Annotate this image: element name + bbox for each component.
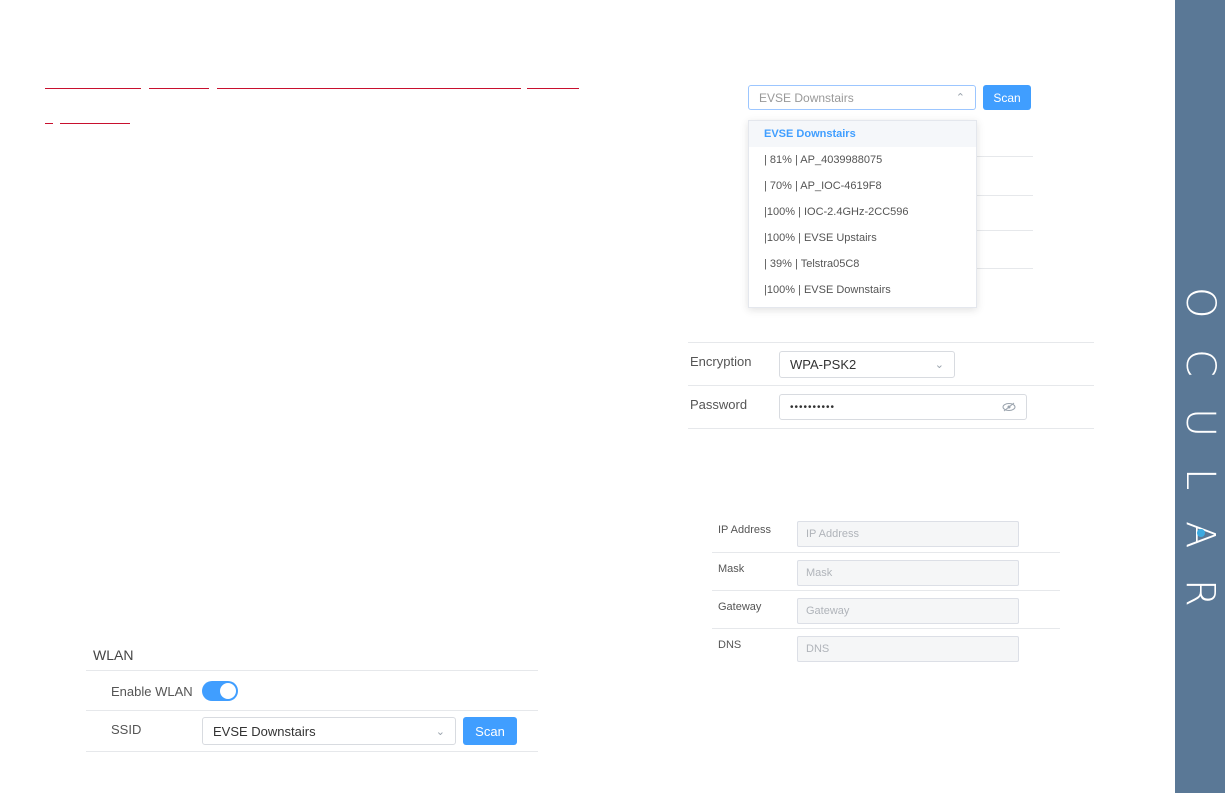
ssid-select-value-bottom: EVSE Downstairs bbox=[213, 723, 316, 739]
ip-address-label: IP Address bbox=[718, 524, 771, 536]
encryption-value: WPA-PSK2 bbox=[790, 357, 857, 372]
ssid-option[interactable]: EVSE Downstairs bbox=[749, 121, 976, 147]
brand-logo-dot bbox=[1197, 529, 1205, 537]
ssid-option[interactable]: | 81% | AP_4039988075 bbox=[749, 147, 976, 173]
chevron-down-icon: ⌄ bbox=[435, 725, 445, 738]
ssid-label: SSID bbox=[111, 722, 142, 737]
ssid-option[interactable]: | 70% | AP_IOC-4619F8 bbox=[749, 173, 976, 199]
eye-hidden-icon[interactable] bbox=[1002, 400, 1016, 415]
dns-label: DNS bbox=[718, 639, 742, 651]
ssid-option[interactable]: | 39% | Telstra05C8 bbox=[749, 251, 976, 277]
chevron-down-icon: ⌄ bbox=[934, 359, 944, 371]
wlan-section-title: WLAN bbox=[93, 647, 134, 663]
mask-input[interactable]: Mask bbox=[797, 560, 1019, 586]
password-value: •••••••••• bbox=[790, 401, 836, 413]
password-label: Password bbox=[690, 397, 748, 412]
toggle-knob bbox=[220, 683, 236, 699]
ssid-select-open[interactable]: EVSE Downstairs ⌃ bbox=[748, 85, 976, 110]
link-underline-5[interactable] bbox=[45, 110, 53, 124]
ssid-select[interactable]: EVSE Downstairs ⌄ bbox=[202, 717, 456, 745]
brand-letter: O bbox=[1177, 287, 1223, 319]
link-underline-3[interactable] bbox=[217, 75, 521, 89]
mask-label: Mask bbox=[718, 563, 745, 575]
scan-button-top[interactable]: Scan bbox=[983, 85, 1031, 110]
link-underline-1[interactable] bbox=[45, 75, 141, 89]
brand-letter: R bbox=[1177, 579, 1223, 607]
ssid-select-value: EVSE Downstairs bbox=[759, 90, 854, 105]
password-field[interactable]: •••••••••• bbox=[779, 394, 1027, 420]
brand-logo: OCULAR bbox=[1177, 287, 1223, 607]
ssid-dropdown-list: EVSE Downstairs | 81% | AP_4039988075 | 70… bbox=[748, 120, 977, 308]
brand-letter: C bbox=[1177, 349, 1223, 378]
ip-address-input[interactable]: IP Address bbox=[797, 521, 1019, 547]
gateway-input[interactable]: Gateway bbox=[797, 598, 1019, 624]
link-underline-4[interactable] bbox=[527, 75, 579, 89]
encryption-select[interactable]: WPA-PSK2 ⌄ bbox=[779, 351, 955, 378]
chevron-up-icon: ⌃ bbox=[955, 92, 965, 104]
brand-letter: U bbox=[1177, 407, 1223, 438]
gateway-label: Gateway bbox=[718, 601, 762, 613]
link-underline-6[interactable] bbox=[60, 110, 130, 124]
ssid-option[interactable]: |100% | IOC-2.4GHz-2CC596 bbox=[749, 199, 976, 225]
dns-input[interactable]: DNS bbox=[797, 636, 1019, 662]
enable-wlan-toggle[interactable] bbox=[202, 681, 238, 701]
ssid-option[interactable]: |100% | EVSE Upstairs bbox=[749, 225, 976, 251]
ssid-option[interactable]: |100% | EVSE Downstairs bbox=[749, 277, 976, 303]
encryption-label: Encryption bbox=[690, 354, 752, 369]
link-underline-2[interactable] bbox=[149, 75, 209, 89]
brand-letter: L bbox=[1177, 468, 1223, 491]
scan-button[interactable]: Scan bbox=[463, 717, 517, 745]
enable-wlan-label: Enable WLAN bbox=[111, 684, 193, 699]
